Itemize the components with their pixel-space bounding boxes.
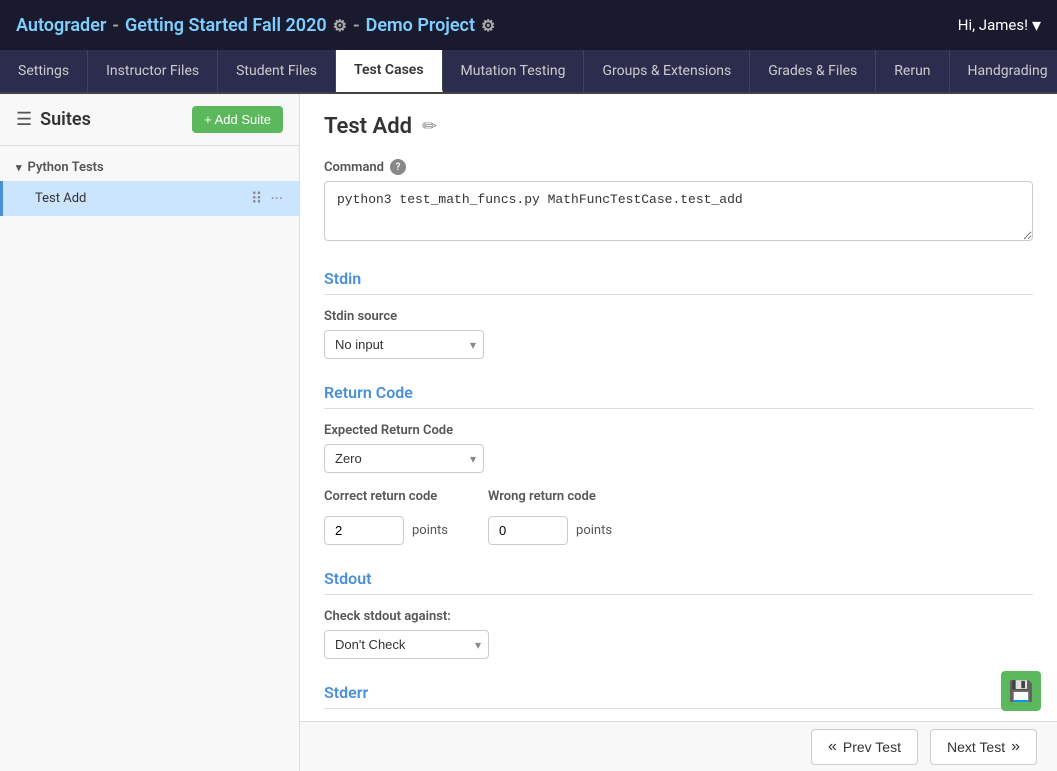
stdin-source-select-wrapper: No input Text File ▾ (324, 330, 484, 359)
wrong-return-code-input[interactable] (488, 516, 568, 545)
command-section: Command ? python3 test_math_funcs.py Mat… (324, 159, 1033, 245)
content-area: Test Add ✏ Command ? python3 test_math_f… (300, 94, 1057, 771)
return-code-section: Return Code Expected Return Code Zero No… (324, 383, 1033, 545)
next-test-button[interactable]: Next Test » (930, 729, 1037, 765)
course-gear-icon[interactable]: ⚙ (333, 16, 347, 35)
wrong-return-code-label: Wrong return code (488, 489, 612, 504)
next-test-arrow-icon: » (1011, 738, 1020, 756)
return-code-section-title: Return Code (324, 383, 1033, 409)
user-menu[interactable]: Hi, James! ▾ (958, 15, 1041, 36)
user-menu-chevron-icon: ▾ (1032, 15, 1041, 36)
sidebar: ☰ Suites + Add Suite ▾ Python Tests Test… (0, 94, 300, 771)
command-label: Command ? (324, 159, 1033, 175)
more-options-icon[interactable]: ··· (270, 189, 283, 208)
user-label: Hi, James! (958, 16, 1028, 34)
tab-grades-files[interactable]: Grades & Files (750, 50, 876, 92)
suite-label: Python Tests (28, 160, 104, 175)
tab-settings[interactable]: Settings (0, 50, 88, 92)
command-help-icon[interactable]: ? (390, 159, 406, 175)
nav-tabs: Settings Instructor Files Student Files … (0, 50, 1057, 94)
tab-handgrading[interactable]: Handgrading (950, 50, 1057, 92)
prev-test-arrow-icon: « (828, 738, 837, 756)
main-layout: ☰ Suites + Add Suite ▾ Python Tests Test… (0, 94, 1057, 771)
tab-instructor-files[interactable]: Instructor Files (88, 50, 218, 92)
correct-points-label: points (412, 523, 448, 538)
sidebar-title-group: ☰ Suites (16, 109, 91, 130)
tab-rerun[interactable]: Rerun (876, 50, 949, 92)
suite-arrow-icon: ▾ (16, 161, 22, 174)
stderr-section-title: Stderr (324, 683, 1033, 709)
test-item-test-add[interactable]: Test Add ⠿ ··· (0, 181, 299, 216)
suite-group: ▾ Python Tests Test Add ⠿ ··· (0, 146, 299, 224)
stdout-section: Stdout Check stdout against: Don't Check… (324, 569, 1033, 659)
tab-test-cases[interactable]: Test Cases (336, 50, 442, 92)
test-title-row: Test Add ✏ (324, 114, 1033, 139)
correct-points-row: points (324, 516, 448, 545)
stdin-section-title: Stdin (324, 269, 1033, 295)
test-title: Test Add (324, 114, 412, 139)
wrong-points-label: points (576, 523, 612, 538)
expected-return-code-select[interactable]: Zero Nonzero Any (324, 444, 484, 473)
tab-student-files[interactable]: Student Files (218, 50, 336, 92)
brand: Autograder - Getting Started Fall 2020 ⚙… (16, 15, 495, 36)
return-code-points-row: Correct return code points Wrong return … (324, 489, 1033, 545)
stdout-check-select[interactable]: Don't Check Expected Output Text Diff (324, 630, 489, 659)
correct-return-code-group: Correct return code points (324, 489, 448, 545)
project-gear-icon[interactable]: ⚙ (481, 16, 495, 35)
top-header: Autograder - Getting Started Fall 2020 ⚙… (0, 0, 1057, 50)
expected-return-code-select-wrapper: Zero Nonzero Any ▾ (324, 444, 484, 473)
test-item-label: Test Add (35, 191, 86, 206)
brand-sep2: - (353, 15, 360, 36)
tab-groups-extensions[interactable]: Groups & Extensions (584, 50, 750, 92)
stdout-section-title: Stdout (324, 569, 1033, 595)
course-name: Getting Started Fall 2020 (125, 15, 327, 36)
brand-title: Autograder (16, 15, 106, 36)
brand-sep1: - (112, 15, 119, 36)
sidebar-header: ☰ Suites + Add Suite (0, 94, 299, 146)
tab-mutation-testing[interactable]: Mutation Testing (443, 50, 585, 92)
expected-return-code-label: Expected Return Code (324, 423, 1033, 438)
wrong-points-row: points (488, 516, 612, 545)
stdout-check-label: Check stdout against: (324, 609, 1033, 624)
command-textarea[interactable]: python3 test_math_funcs.py MathFuncTestC… (324, 181, 1033, 241)
correct-return-code-label: Correct return code (324, 489, 448, 504)
edit-test-title-icon[interactable]: ✏ (422, 116, 437, 137)
test-item-actions: ⠿ ··· (251, 189, 283, 208)
stdin-source-select[interactable]: No input Text File (324, 330, 484, 359)
sidebar-title: Suites (40, 109, 91, 130)
project-name: Demo Project (366, 15, 475, 36)
prev-test-button[interactable]: « Prev Test (811, 729, 918, 765)
suite-item-python-tests[interactable]: ▾ Python Tests (0, 154, 299, 181)
stdout-check-select-wrapper: Don't Check Expected Output Text Diff ▾ (324, 630, 489, 659)
save-button[interactable]: 💾 (1001, 671, 1041, 711)
add-suite-button[interactable]: + Add Suite (192, 106, 283, 133)
sidebar-hamburger-icon[interactable]: ☰ (16, 109, 32, 130)
bottom-bar: « Prev Test Next Test » (300, 721, 1057, 771)
stdin-source-label: Stdin source (324, 309, 1033, 324)
wrong-return-code-group: Wrong return code points (488, 489, 612, 545)
drag-icon[interactable]: ⠿ (251, 189, 263, 208)
stdin-section: Stdin Stdin source No input Text File ▾ (324, 269, 1033, 359)
correct-return-code-input[interactable] (324, 516, 404, 545)
save-icon: 💾 (1009, 679, 1034, 704)
